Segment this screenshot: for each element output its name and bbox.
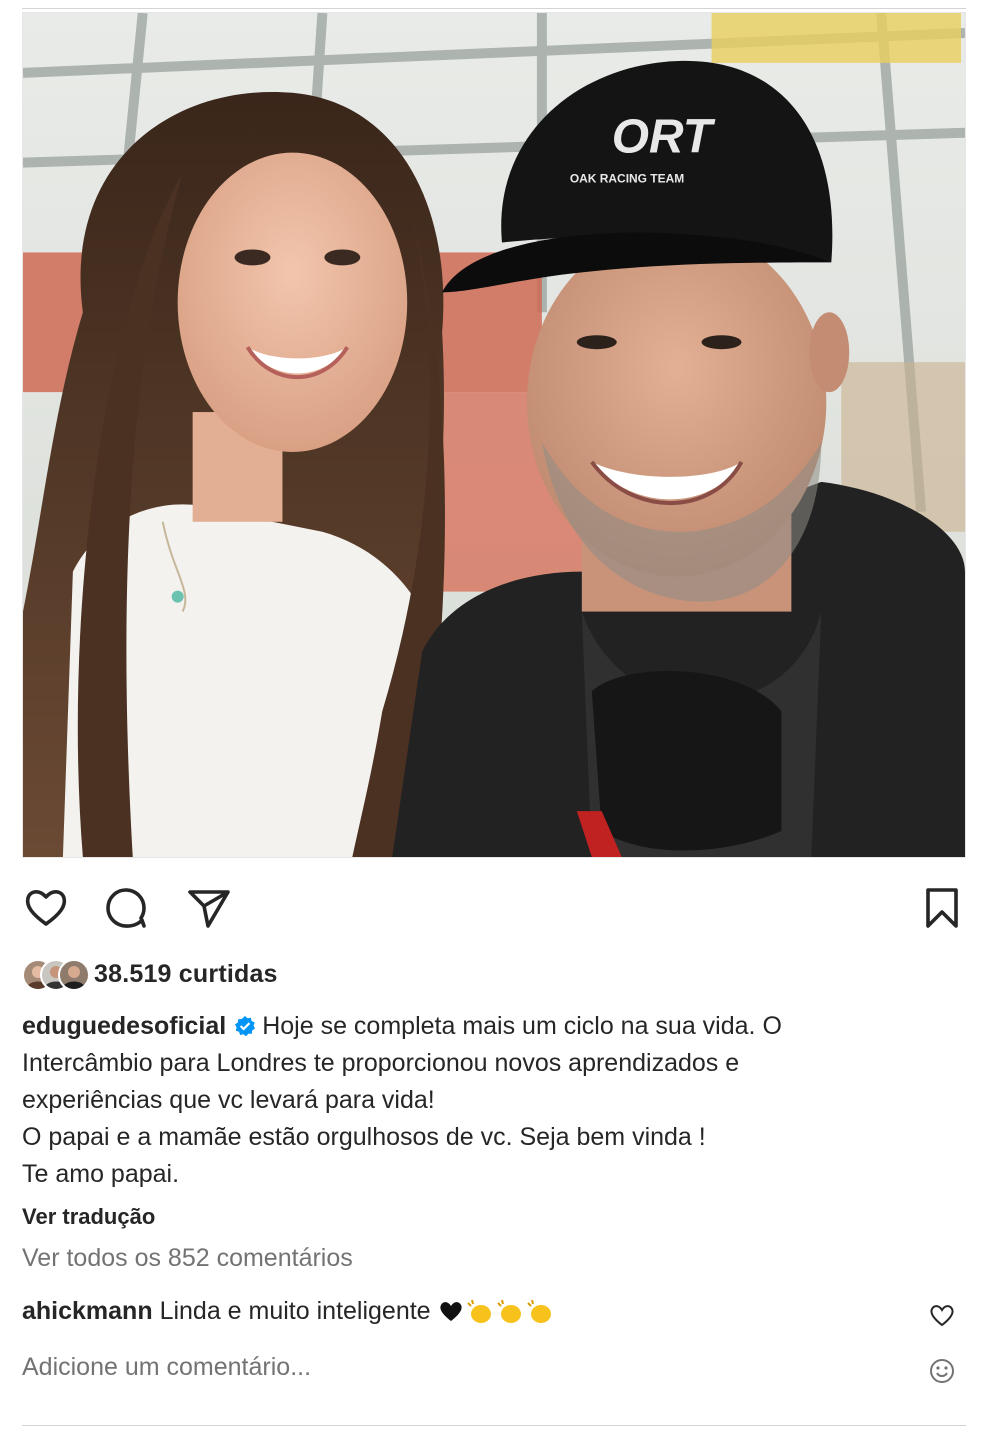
cap-logo-text: ORT: [612, 111, 716, 164]
comment-username[interactable]: ahickmann: [22, 1297, 153, 1325]
add-comment-input[interactable]: [22, 1353, 882, 1382]
see-translation-link[interactable]: Ver tradução: [22, 1204, 155, 1230]
paper-plane-icon[interactable]: [184, 884, 232, 932]
bookmark-icon[interactable]: [918, 884, 966, 932]
top-divider: [22, 8, 966, 9]
caption-line-1: Hoje se completa mais um ciclo na sua vi…: [262, 1012, 782, 1040]
post-action-bar: [22, 884, 966, 934]
speech-bubble-icon[interactable]: [102, 884, 150, 932]
liker-avatars[interactable]: [22, 959, 90, 991]
comment-row: ahickmann Linda e muito inteligente: [22, 1297, 966, 1333]
heart-outline-icon[interactable]: [22, 884, 70, 932]
caption-line-2: Intercâmbio para Londres te proporcionou…: [22, 1049, 740, 1077]
bottom-divider: [22, 1425, 966, 1426]
post-photo-image: ORT OAK RACING TEAM: [23, 13, 965, 857]
comment-like-heart-icon[interactable]: [928, 1301, 956, 1329]
clapping-hands-icon: [524, 1297, 554, 1325]
caption-line-3: experiências que vc levará para vida!: [22, 1086, 435, 1114]
comment-text: Linda e muito inteligente: [159, 1297, 431, 1325]
black-heart-icon: [438, 1297, 464, 1325]
avatar: [58, 959, 90, 991]
cap-logo-subtitle: OAK RACING TEAM: [570, 172, 684, 186]
likes-row: 38.519 curtidas: [22, 958, 278, 991]
clapping-hands-icon: [464, 1297, 494, 1325]
caption-line-5: Te amo papai.: [22, 1160, 180, 1188]
smiley-icon[interactable]: [928, 1357, 956, 1385]
clapping-hands-icon: [494, 1297, 524, 1325]
view-all-comments-link[interactable]: Ver todos os 852 comentários: [22, 1244, 353, 1273]
likes-count[interactable]: 38.519 curtidas: [94, 960, 278, 989]
caption-username[interactable]: eduguedesoficial: [22, 1012, 226, 1040]
caption-line-4: O papai e a mamãe estão orgulhosos de vc…: [22, 1123, 706, 1151]
post-caption: eduguedesoficial Hoje se completa mais um…: [22, 1008, 922, 1193]
add-comment-bar: [22, 1353, 966, 1393]
verified-badge-icon: [234, 1011, 256, 1037]
post-photo[interactable]: ORT OAK RACING TEAM: [22, 12, 966, 858]
